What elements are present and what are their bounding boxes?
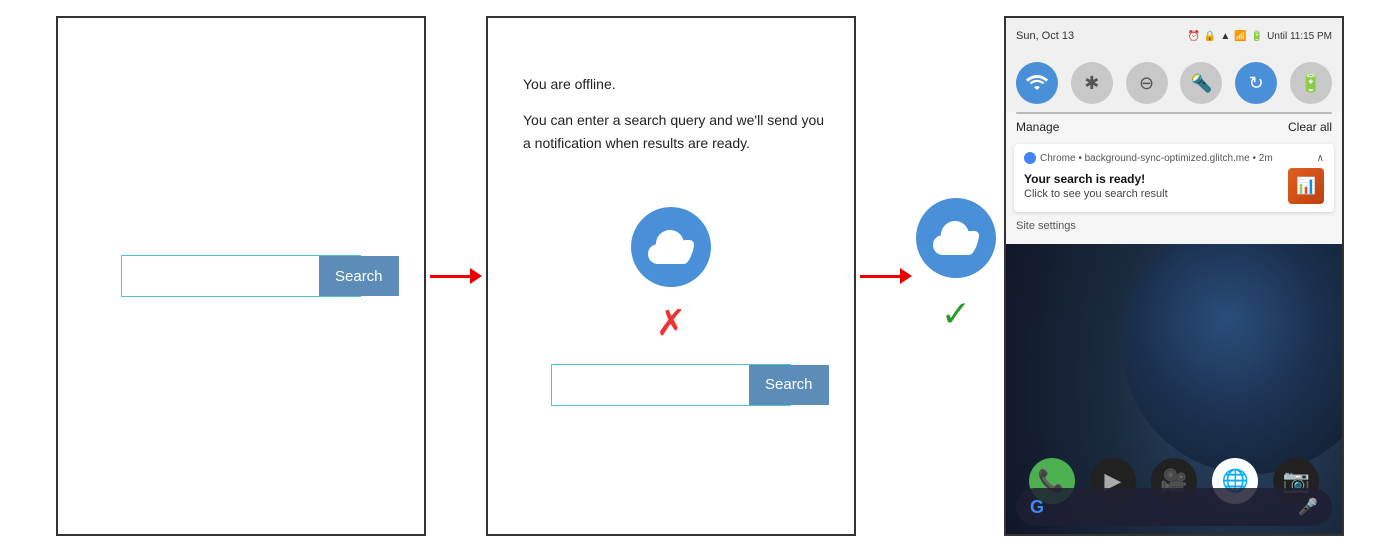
main-container: Search You are offline. You can enter a … (0, 0, 1400, 552)
qs-flashlight-icon[interactable]: 🔦 (1180, 62, 1222, 104)
google-mic-icon[interactable]: 🎤 (1298, 497, 1318, 517)
offline-line2: You can enter a search query and we'll s… (523, 109, 834, 154)
qs-battery-save-icon[interactable]: 🔋 (1290, 62, 1332, 104)
offline-line1: You are offline. (523, 73, 834, 95)
signal-icon: 📶 (1234, 31, 1246, 42)
android-panel: Sun, Oct 13 ⏰ 🔒 ▲ 📶 🔋 Until 11:15 PM (1004, 16, 1344, 536)
manage-label[interactable]: Manage (1016, 120, 1059, 134)
chrome-favicon (1024, 152, 1036, 164)
arrow-2-head (900, 268, 912, 284)
panel3-cloud-area: ✓ (916, 16, 996, 536)
alarm-icon: ⏰ (1187, 31, 1199, 42)
notif-header: Chrome • background-sync-optimized.glitc… (1024, 152, 1324, 164)
search-input-2[interactable] (552, 365, 749, 405)
notif-app-icon-symbol: 📊 (1296, 176, 1316, 196)
notification-card[interactable]: Chrome • background-sync-optimized.glitc… (1014, 144, 1334, 212)
search-input-1[interactable] (122, 256, 319, 296)
arrow-2 (860, 268, 912, 284)
status-date: Sun, Oct 13 (1016, 30, 1074, 42)
qs-sync-icon[interactable]: ↻ (1235, 62, 1277, 104)
quick-settings-row: ✱ ⊖ 🔦 ↻ 🔋 (1006, 54, 1342, 112)
notif-text-col: Your search is ready! Click to see you s… (1024, 172, 1168, 200)
search-button-2[interactable]: Search (749, 365, 829, 405)
panel-2-frame: You are offline. You can enter a search … (486, 16, 856, 536)
clear-all-label[interactable]: Clear all (1288, 120, 1332, 134)
panel2-content: You are offline. You can enter a search … (488, 18, 854, 534)
arrow-1-container (426, 16, 486, 536)
qs-wifi-icon[interactable] (1016, 62, 1058, 104)
site-settings-link[interactable]: Site settings (1016, 218, 1332, 234)
google-search-bar[interactable]: G 🎤 (1016, 488, 1332, 526)
panel1-search-area: Search (121, 255, 361, 297)
panel2-center: ✗ Search (551, 207, 791, 406)
status-time: Until 11:15 PM (1267, 31, 1332, 42)
fail-icon: ✗ (656, 302, 686, 344)
cloud-icon-3 (916, 198, 996, 278)
cloud-icon-2 (631, 207, 711, 287)
battery-icon: 🔋 (1251, 31, 1263, 42)
notif-title: Your search is ready! (1024, 172, 1168, 186)
arrow-2-container (856, 16, 916, 536)
cloud-svg-3 (933, 221, 979, 255)
status-bar-right: ⏰ 🔒 ▲ 📶 🔋 Until 11:15 PM (1187, 31, 1332, 42)
arrow-1-line (430, 275, 470, 278)
search-bar-1: Search (121, 255, 361, 297)
qs-dnd-icon[interactable]: ⊖ (1126, 62, 1168, 104)
notif-header-left: Chrome • background-sync-optimized.glitc… (1024, 152, 1273, 164)
search-bar-2: Search (551, 364, 791, 406)
android-status-bar: Sun, Oct 13 ⏰ 🔒 ▲ 📶 🔋 Until 11:15 PM (1006, 18, 1342, 54)
manage-bar: Manage Clear all (1006, 114, 1342, 138)
notification-drawer: ✱ ⊖ 🔦 ↻ 🔋 Manage Clear all (1006, 54, 1342, 244)
cloud-svg-2 (648, 230, 694, 264)
vpn-icon: 🔒 (1204, 31, 1216, 42)
notif-collapse-icon[interactable]: ∧ (1317, 153, 1324, 164)
arrow-1 (430, 268, 482, 284)
notif-body-row: Your search is ready! Click to see you s… (1024, 168, 1324, 204)
search-button-1[interactable]: Search (319, 256, 399, 296)
notif-body: Click to see you search result (1024, 188, 1168, 200)
arrow-1-head (470, 268, 482, 284)
notif-app-icon: 📊 (1288, 168, 1324, 204)
google-g-logo: G (1030, 497, 1044, 518)
panel-1-frame: Search (56, 16, 426, 536)
notif-source: Chrome • background-sync-optimized.glitc… (1040, 153, 1273, 164)
wifi-svg (1026, 74, 1048, 92)
wifi-status-icon: ▲ (1220, 31, 1230, 42)
qs-bluetooth-icon[interactable]: ✱ (1071, 62, 1113, 104)
success-icon: ✓ (941, 293, 971, 335)
panel3-wrapper: ✓ Sun, Oct 13 ⏰ 🔒 ▲ 📶 🔋 Until 11:15 PM (916, 16, 1344, 536)
arrow-2-line (860, 275, 900, 278)
offline-text-block: You are offline. You can enter a search … (523, 73, 834, 168)
